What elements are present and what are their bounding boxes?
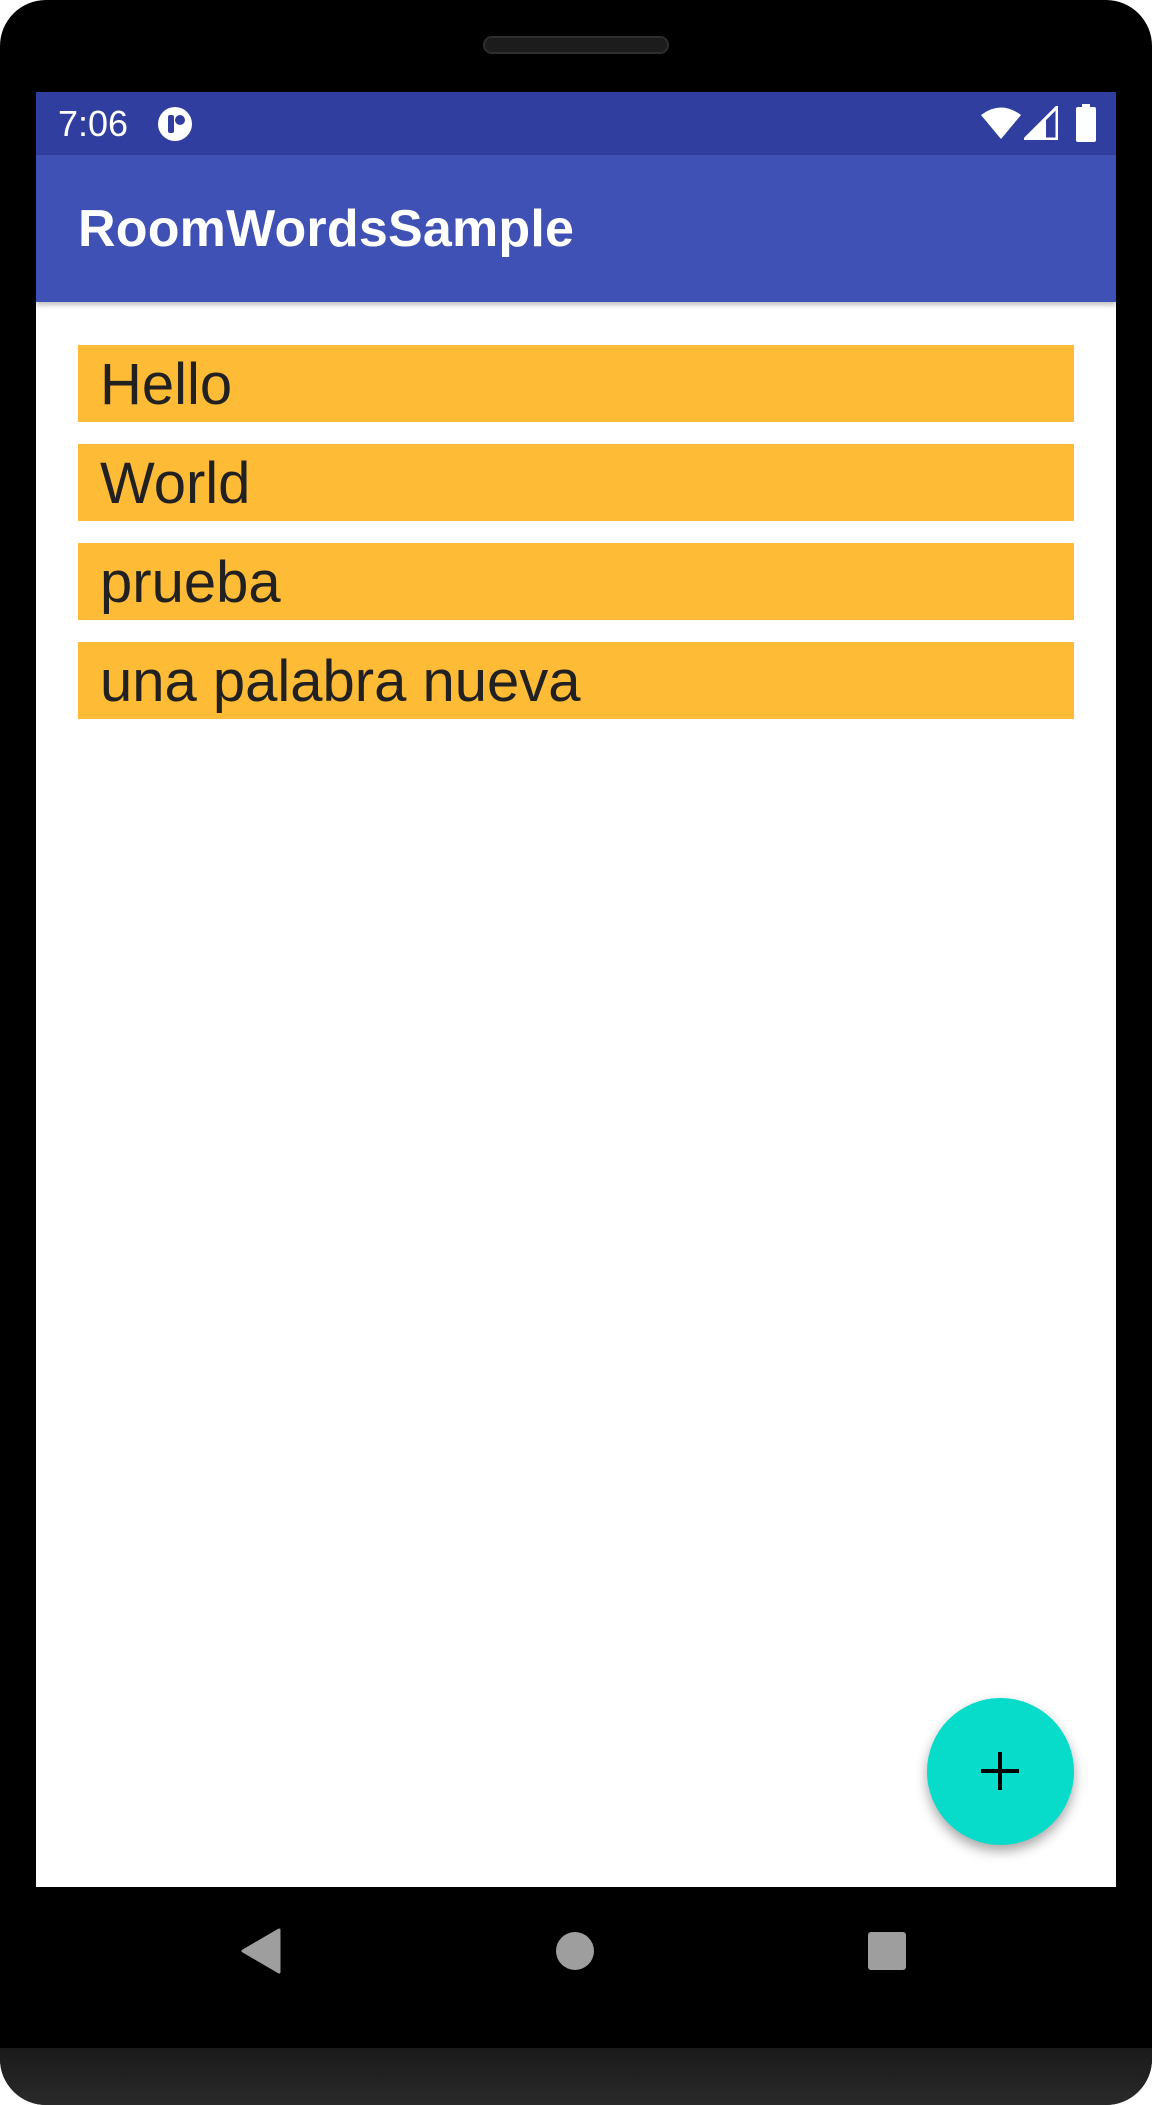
wifi-icon — [981, 107, 1021, 139]
app-notification-icon — [158, 107, 192, 141]
word-item[interactable]: World — [78, 444, 1074, 521]
plus-icon — [981, 1752, 1019, 1790]
word-item[interactable]: Hello — [78, 345, 1074, 422]
app-title: RoomWordsSample — [78, 200, 575, 258]
screen: 7:06 RoomWordsSample Hello World prueba … — [36, 92, 1116, 1887]
device-frame: 7:06 RoomWordsSample Hello World prueba … — [0, 0, 1152, 2105]
status-bar: 7:06 — [36, 92, 1116, 155]
word-item[interactable]: una palabra nueva — [78, 642, 1074, 719]
word-list: Hello World prueba una palabra nueva — [78, 345, 1074, 741]
recents-icon[interactable] — [867, 1931, 907, 1971]
device-bottom-edge — [0, 2048, 1152, 2105]
status-time: 7:06 — [58, 103, 129, 144]
word-item[interactable]: prueba — [78, 543, 1074, 620]
home-icon[interactable] — [555, 1931, 595, 1971]
back-icon[interactable] — [241, 1928, 281, 1974]
app-bar: RoomWordsSample — [36, 155, 1116, 302]
earpiece-speaker — [483, 36, 669, 54]
navigation-bar — [0, 1887, 1152, 2048]
add-word-button[interactable] — [927, 1698, 1074, 1845]
battery-icon — [1076, 104, 1096, 142]
cell-signal-icon — [1024, 106, 1058, 140]
